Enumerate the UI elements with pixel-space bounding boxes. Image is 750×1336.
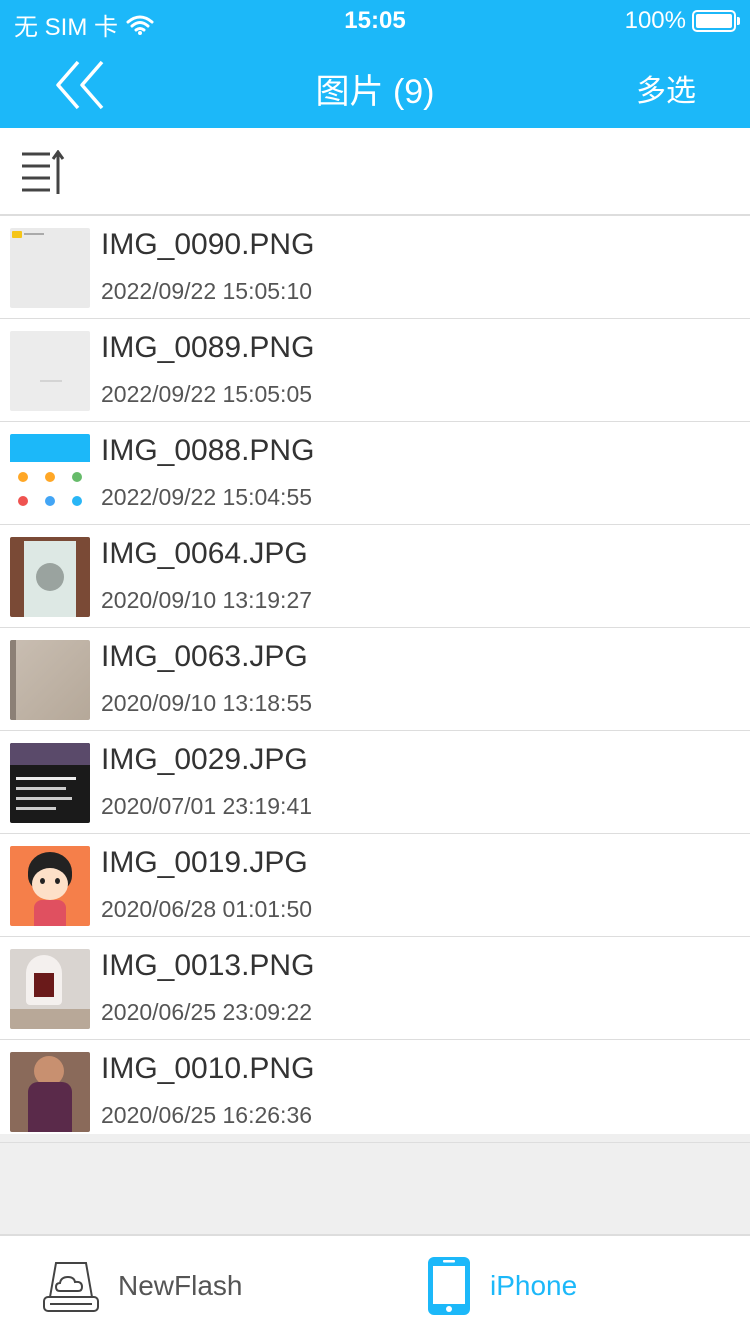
file-date: 2022/09/22 15:04:55: [101, 484, 313, 510]
thumbnail-image: [10, 1052, 90, 1132]
list-item[interactable]: IMG_0090.PNG 2022/09/22 15:05:10: [0, 216, 750, 319]
battery-percent: 100%: [624, 7, 686, 34]
thumbnail-image: [10, 640, 90, 720]
tab-bar: NewFlash iPhone: [0, 1234, 750, 1336]
file-name: IMG_0029.JPG: [101, 743, 308, 776]
cloud-drive-icon: [43, 1262, 99, 1312]
list-item[interactable]: IMG_0064.JPG 2020/09/10 13:19:27: [0, 525, 750, 628]
thumbnail-image: [10, 331, 90, 411]
tab-iphone[interactable]: iPhone: [426, 1236, 577, 1336]
tab-label: NewFlash: [118, 1270, 243, 1301]
thumbnail-image: [10, 228, 90, 308]
toolbar: [0, 128, 750, 216]
thumbnail-image: [10, 743, 90, 823]
file-date: 2022/09/22 15:05:05: [101, 381, 313, 407]
phone-icon: [428, 1257, 470, 1315]
file-date: 2020/06/25 23:09:22: [101, 999, 313, 1025]
file-date: 2020/06/28 01:01:50: [101, 896, 313, 922]
tab-label: iPhone: [490, 1270, 578, 1301]
battery-icon: [692, 10, 740, 32]
file-name: IMG_0010.PNG: [101, 1052, 315, 1085]
file-name: IMG_0090.PNG: [101, 228, 315, 261]
file-name: IMG_0064.JPG: [101, 537, 308, 570]
list-item[interactable]: IMG_0013.PNG 2020/06/25 23:09:22: [0, 937, 750, 1040]
file-date: 2022/09/22 15:05:10: [101, 278, 313, 304]
file-date: 2020/06/25 16:26:36: [101, 1102, 313, 1128]
file-name: IMG_0063.JPG: [101, 640, 308, 673]
file-name: IMG_0013.PNG: [101, 949, 315, 982]
list-item[interactable]: IMG_0063.JPG 2020/09/10 13:18:55: [0, 628, 750, 731]
list-item[interactable]: IMG_0029.JPG 2020/07/01 23:19:41: [0, 731, 750, 834]
file-date: 2020/09/10 13:18:55: [101, 690, 313, 716]
thumbnail-image: [10, 949, 90, 1029]
file-name: IMG_0089.PNG: [101, 331, 315, 364]
file-name: IMG_0088.PNG: [101, 434, 315, 467]
thumbnail-image: [10, 846, 90, 926]
status-bar: 无 SIM 卡 15:05 100%: [0, 0, 750, 41]
back-double-chevron-icon[interactable]: [50, 58, 110, 112]
list-item[interactable]: IMG_0019.JPG 2020/06/28 01:01:50: [0, 834, 750, 937]
navbar: 图片 (9) 多选: [0, 40, 750, 128]
list-item[interactable]: IMG_0088.PNG 2022/09/22 15:04:55: [0, 422, 750, 525]
list-item[interactable]: IMG_0089.PNG 2022/09/22 15:05:05: [0, 319, 750, 422]
thumbnail-image: [10, 537, 90, 617]
file-name: IMG_0019.JPG: [101, 846, 308, 879]
tab-newflash[interactable]: NewFlash: [42, 1236, 242, 1336]
file-date: 2020/07/01 23:19:41: [101, 793, 313, 819]
sort-icon[interactable]: [20, 150, 66, 196]
file-date: 2020/09/10 13:19:27: [101, 587, 313, 613]
battery-indicator: 100%: [624, 7, 740, 35]
header: 无 SIM 卡 15:05 100% 图片 (9) 多选: [0, 0, 750, 128]
list-item[interactable]: IMG_0010.PNG 2020/06/25 16:26:36: [0, 1040, 750, 1143]
file-list: IMG_0090.PNG 2022/09/22 15:05:10 IMG_008…: [0, 216, 750, 1143]
multi-select-button[interactable]: 多选: [636, 66, 696, 110]
thumbnail-image: [10, 434, 90, 514]
